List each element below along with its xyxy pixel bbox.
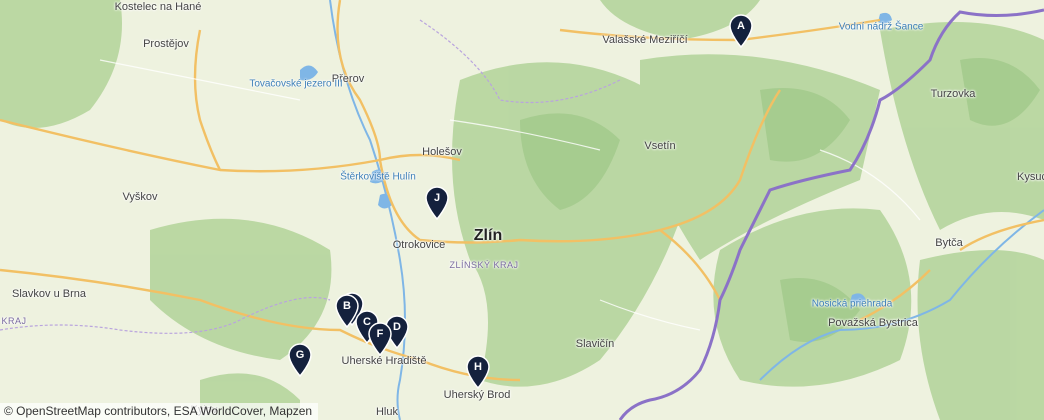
marker-label: J	[433, 192, 441, 204]
marker-label: A	[737, 20, 745, 32]
marker-label: B	[343, 300, 351, 312]
map-marker-f[interactable]: F	[367, 322, 393, 356]
map-basemap	[0, 0, 1044, 420]
marker-label: G	[295, 349, 305, 361]
map-marker-g[interactable]: G	[287, 343, 313, 377]
map-view[interactable]: Kostelec na Hané Prostějov Přerov Tovačovsk…	[0, 0, 1044, 420]
map-marker-h[interactable]: H	[465, 355, 491, 389]
map-marker-a[interactable]: A	[728, 14, 754, 48]
map-marker-b[interactable]: B	[334, 294, 360, 328]
marker-label: F	[376, 328, 384, 340]
marker-label: H	[474, 361, 482, 373]
map-attribution: © OpenStreetMap contributors, ESA WorldC…	[0, 403, 319, 420]
map-marker-j[interactable]: J	[424, 186, 450, 220]
